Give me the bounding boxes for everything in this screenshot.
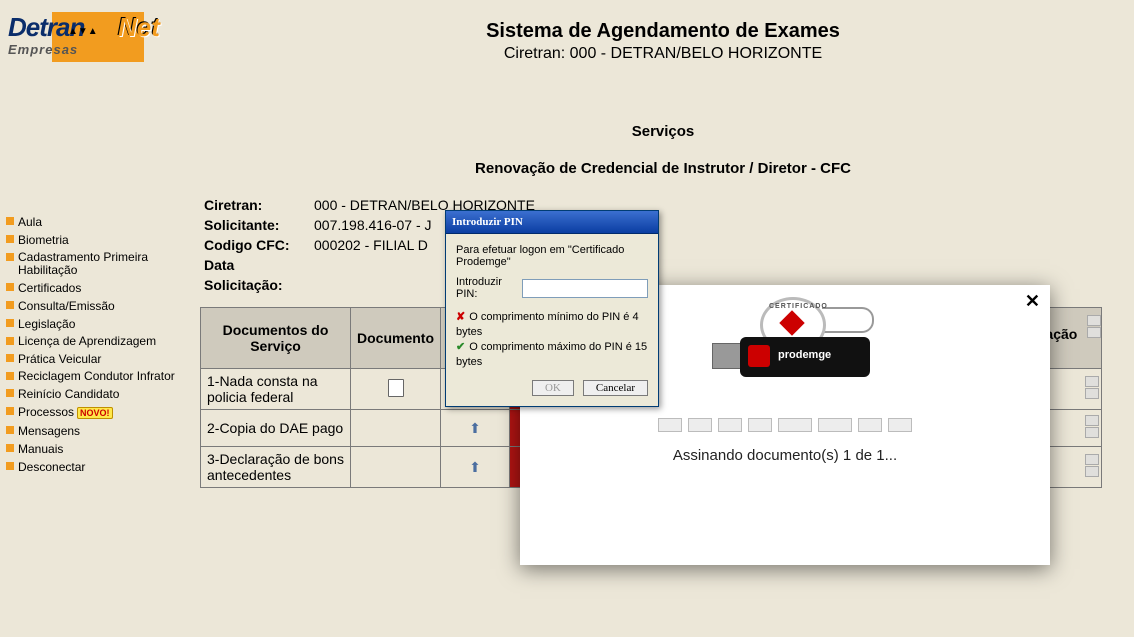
logo-sub: Empresas: [8, 42, 78, 57]
sidebar-item-biometria[interactable]: Biometria: [0, 231, 192, 249]
row-spinner[interactable]: [1085, 453, 1095, 478]
signing-status: Assinando documento(s) 1 de 1...: [520, 447, 1050, 464]
col-documento: Documento: [351, 308, 441, 369]
pin-input[interactable]: [522, 279, 648, 298]
ciretran-label: Ciretran:: [204, 195, 314, 215]
upload-icon: ⬆: [469, 459, 481, 475]
col-doc-servico: Documentos do Serviço: [201, 308, 351, 369]
pin-rules: ✘O comprimento mínimo do PIN é 4 bytes ✔…: [456, 310, 648, 370]
sidebar-item-pratica[interactable]: Prática Veicular: [0, 350, 192, 368]
close-icon[interactable]: ✕: [1025, 291, 1040, 312]
sidebar-item-consulta[interactable]: Consulta/Emissão: [0, 297, 192, 315]
doc-cell: [351, 410, 441, 447]
doc-label: 1-Nada consta na policia federal: [201, 369, 351, 410]
cancel-button[interactable]: Cancelar: [583, 380, 648, 396]
logo-text-2: Net: [118, 14, 160, 40]
progress-blocks: [520, 418, 1050, 435]
sidebar-item-certificados[interactable]: Certificados: [0, 279, 192, 297]
ok-button[interactable]: OK: [532, 380, 574, 396]
upload-icon: ⬆: [469, 420, 481, 436]
data-label: Data: [204, 255, 314, 275]
info-block: Ciretran:000 - DETRAN/BELO HORIZONTE Sol…: [204, 195, 1134, 295]
sidebar-item-cadastramento[interactable]: Cadastramento Primeira Habilitação: [0, 249, 192, 279]
page-title: Sistema de Agendamento de Exames: [192, 0, 1134, 43]
pin-prompt: Para efetuar logon em "Certificado Prode…: [456, 244, 648, 268]
page-subtitle: Ciretran: 000 - DETRAN/BELO HORIZONTE: [192, 43, 1134, 63]
sidebar-item-processos[interactable]: ProcessosNOVO!: [0, 403, 192, 422]
row-spinner[interactable]: [1085, 375, 1095, 400]
section-heading: Serviços: [192, 63, 1134, 140]
sidebar-item-aula[interactable]: Aula: [0, 213, 192, 231]
logo: Detran Net Empresas ▲▼▲: [8, 8, 168, 83]
invalid-icon: ✘: [456, 311, 465, 323]
sidebar-item-mensagens[interactable]: Mensagens: [0, 422, 192, 440]
codigo-label: Codigo CFC:: [204, 235, 314, 255]
solicitante-value: 007.198.416-07 - J: [314, 217, 432, 233]
pin-dialog-title[interactable]: Introduzir PIN: [446, 211, 658, 234]
upload-cell[interactable]: ⬆: [441, 410, 510, 447]
pin-field-label: Introduzir PIN:: [456, 276, 516, 300]
doc-label: 3-Declaração de bons antecedentes: [201, 447, 351, 488]
header-spinner[interactable]: [1087, 314, 1097, 339]
row-spinner[interactable]: [1085, 414, 1095, 439]
pin-dialog: Introduzir PIN Para efetuar logon em "Ce…: [445, 210, 659, 407]
doc-cell: [351, 447, 441, 488]
document-icon: [388, 379, 404, 397]
doc-label: 2-Copia do DAE pago: [201, 410, 351, 447]
sidebar: Detran Net Empresas ▲▼▲ Aula Biometria C…: [0, 0, 192, 637]
codigo-value: 000202 - FILIAL D: [314, 237, 428, 253]
sidebar-item-licenca[interactable]: Licença de Aprendizagem: [0, 333, 192, 350]
sidebar-item-desconectar[interactable]: Desconectar: [0, 458, 192, 476]
solicitacao-label: Solicitação:: [204, 275, 314, 295]
solicitante-label: Solicitante:: [204, 215, 314, 235]
doc-cell[interactable]: [351, 369, 441, 410]
valid-icon: ✔: [456, 341, 465, 353]
sidebar-item-reciclagem[interactable]: Reciclagem Condutor Infrator: [0, 368, 192, 385]
sidebar-item-legislacao[interactable]: Legislação: [0, 315, 192, 333]
sidebar-menu: Aula Biometria Cadastramento Primeira Ha…: [0, 213, 192, 476]
sidebar-item-reinicio[interactable]: Reinício Candidato: [0, 385, 192, 403]
section-subheading: Renovação de Credencial de Instrutor / D…: [192, 140, 1134, 177]
sidebar-item-manuais[interactable]: Manuais: [0, 440, 192, 458]
upload-cell[interactable]: ⬆: [441, 447, 510, 488]
brand-label: prodemge: [778, 349, 831, 361]
new-badge: NOVO!: [77, 407, 113, 419]
